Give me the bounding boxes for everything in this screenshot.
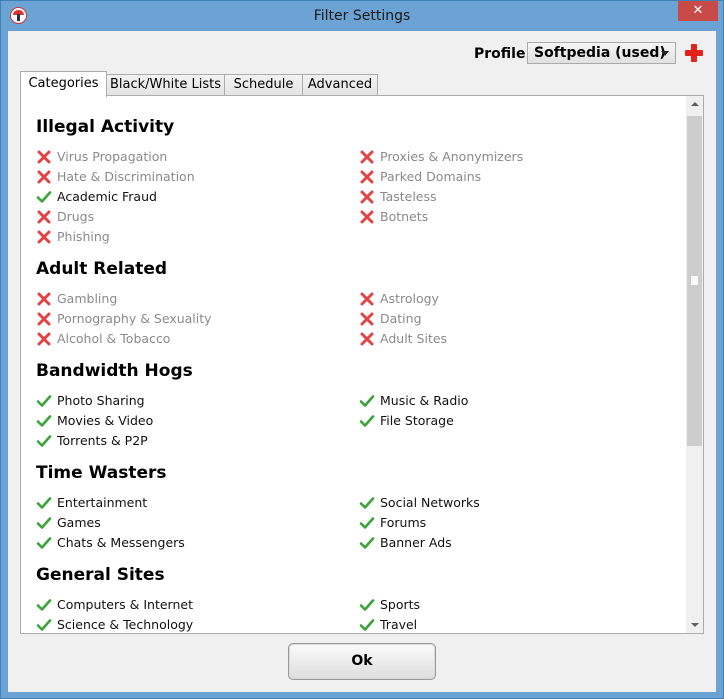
category-item-label: Social Networks [380,495,480,510]
category-item-label: Drugs [57,209,95,224]
allowed-check-icon[interactable] [36,433,52,449]
blocked-x-icon[interactable] [359,331,375,347]
allowed-check-icon[interactable] [36,189,52,205]
filter-settings-window: Filter Settings ✕ Profile: Softpedia (us… [0,0,724,699]
category-item-label: File Storage [380,413,454,428]
category-item-label: Games [57,515,101,530]
category-item-label: Alcohol & Tobacco [57,331,171,346]
category-item-label: Torrents & P2P [57,433,148,448]
allowed-check-icon[interactable] [359,413,375,429]
allowed-check-icon[interactable] [359,393,375,409]
allowed-check-icon[interactable] [359,617,375,633]
blocked-x-icon[interactable] [36,209,52,225]
category-item-label: Music & Radio [380,393,469,408]
category-item-label: Science & Technology [57,617,194,632]
blocked-x-icon[interactable] [36,331,52,347]
allowed-check-icon[interactable] [36,617,52,633]
blocked-x-icon[interactable] [36,311,52,327]
category-item-label: Proxies & Anonymizers [380,149,524,164]
tab-schedule[interactable]: Schedule [224,74,303,95]
dialog-body: Profile: Softpedia (used) Categories Bla… [8,31,716,692]
chevron-down-icon [661,51,669,56]
category-item-label: Academic Fraud [57,189,157,204]
profile-label: Profile: [474,46,532,62]
category-item-label: Tasteless [380,189,437,204]
profile-selected-value: Softpedia (used) [534,45,666,61]
blocked-x-icon[interactable] [359,149,375,165]
allowed-check-icon[interactable] [359,535,375,551]
category-item-label: Entertainment [57,495,148,510]
category-item-label: Virus Propagation [57,149,168,164]
category-item-label: Banner Ads [380,535,452,550]
allowed-check-icon[interactable] [36,515,52,531]
allowed-check-icon[interactable] [359,597,375,613]
category-item-label: Sports [380,597,421,612]
vertical-scrollbar[interactable] [686,96,703,633]
title-bar[interactable]: Filter Settings ✕ [1,1,723,31]
tab-advanced[interactable]: Advanced [302,74,378,95]
category-item-label: Astrology [380,291,439,306]
tab-categories[interactable]: Categories [20,71,107,97]
category-item-label: Phishing [57,229,110,244]
category-item-label: Dating [380,311,422,326]
category-item-label: Chats & Messengers [57,535,185,550]
category-title: Adult Related [36,259,168,279]
window-title: Filter Settings [313,8,411,24]
close-button[interactable]: ✕ [678,1,718,21]
tab-black-white-lists[interactable]: Black/White Lists [106,74,225,95]
blocked-x-icon[interactable] [359,209,375,225]
scroll-up-arrow-icon[interactable] [686,96,703,113]
category-item-label: Computers & Internet [57,597,193,612]
blocked-x-icon[interactable] [36,229,52,245]
allowed-check-icon[interactable] [36,535,52,551]
category-item-label: Parked Domains [380,169,482,184]
scroll-down-arrow-icon[interactable] [686,616,703,633]
category-item-label: Hate & Discrimination [57,169,195,184]
category-item-label: Pornography & Sexuality [57,311,212,326]
blocked-x-icon[interactable] [36,169,52,185]
add-profile-plus-icon[interactable] [685,44,703,62]
allowed-check-icon[interactable] [36,393,52,409]
blocked-x-icon[interactable] [359,311,375,327]
category-item-label: Photo Sharing [57,393,145,408]
categories-panel: Illegal Activity Virus Propagation Proxies… [20,95,704,634]
category-item-label: Movies & Video [57,413,154,428]
category-title: Illegal Activity [36,117,175,137]
category-title: General Sites [36,565,165,585]
category-item-label: Gambling [57,291,118,306]
allowed-check-icon[interactable] [36,413,52,429]
blocked-x-icon[interactable] [359,169,375,185]
allowed-check-icon[interactable] [359,515,375,531]
category-item-label: Botnets [380,209,429,224]
blocked-x-icon[interactable] [36,149,52,165]
category-item-label: Travel [380,617,418,632]
category-title: Bandwidth Hogs [36,361,193,381]
allowed-check-icon[interactable] [36,597,52,613]
blocked-x-icon[interactable] [36,291,52,307]
category-item-label: Adult Sites [380,331,448,346]
blocked-x-icon[interactable] [359,189,375,205]
allowed-check-icon[interactable] [36,495,52,511]
ok-button[interactable]: Ok [288,643,436,680]
profile-dropdown[interactable]: Softpedia (used) [527,42,676,64]
blocked-x-icon[interactable] [359,291,375,307]
allowed-check-icon[interactable] [359,495,375,511]
category-title: Time Wasters [36,463,167,483]
scrollbar-thumb[interactable] [687,116,702,446]
category-item-label: Forums [380,515,427,530]
